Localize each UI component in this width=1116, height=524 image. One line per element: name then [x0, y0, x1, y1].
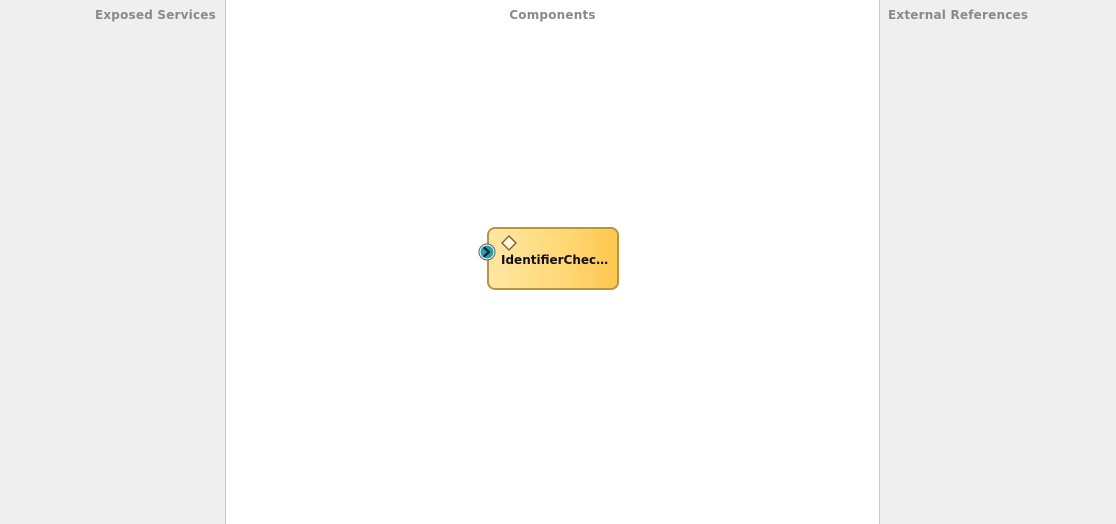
- component-label: IdentifierCheck...: [501, 253, 613, 267]
- identifier-check-component[interactable]: IdentifierCheck...: [487, 227, 619, 290]
- composite-editor-canvas[interactable]: Exposed Services Components External Ref…: [0, 0, 1116, 524]
- exposed-services-lane[interactable]: Exposed Services: [0, 0, 226, 524]
- diamond-icon: [501, 235, 517, 251]
- service-port-icon[interactable]: [478, 243, 496, 261]
- components-title: Components: [509, 8, 596, 22]
- exposed-services-title: Exposed Services: [94, 8, 216, 22]
- external-references-title: External References: [888, 8, 1029, 22]
- external-references-lane[interactable]: External References: [879, 0, 1116, 524]
